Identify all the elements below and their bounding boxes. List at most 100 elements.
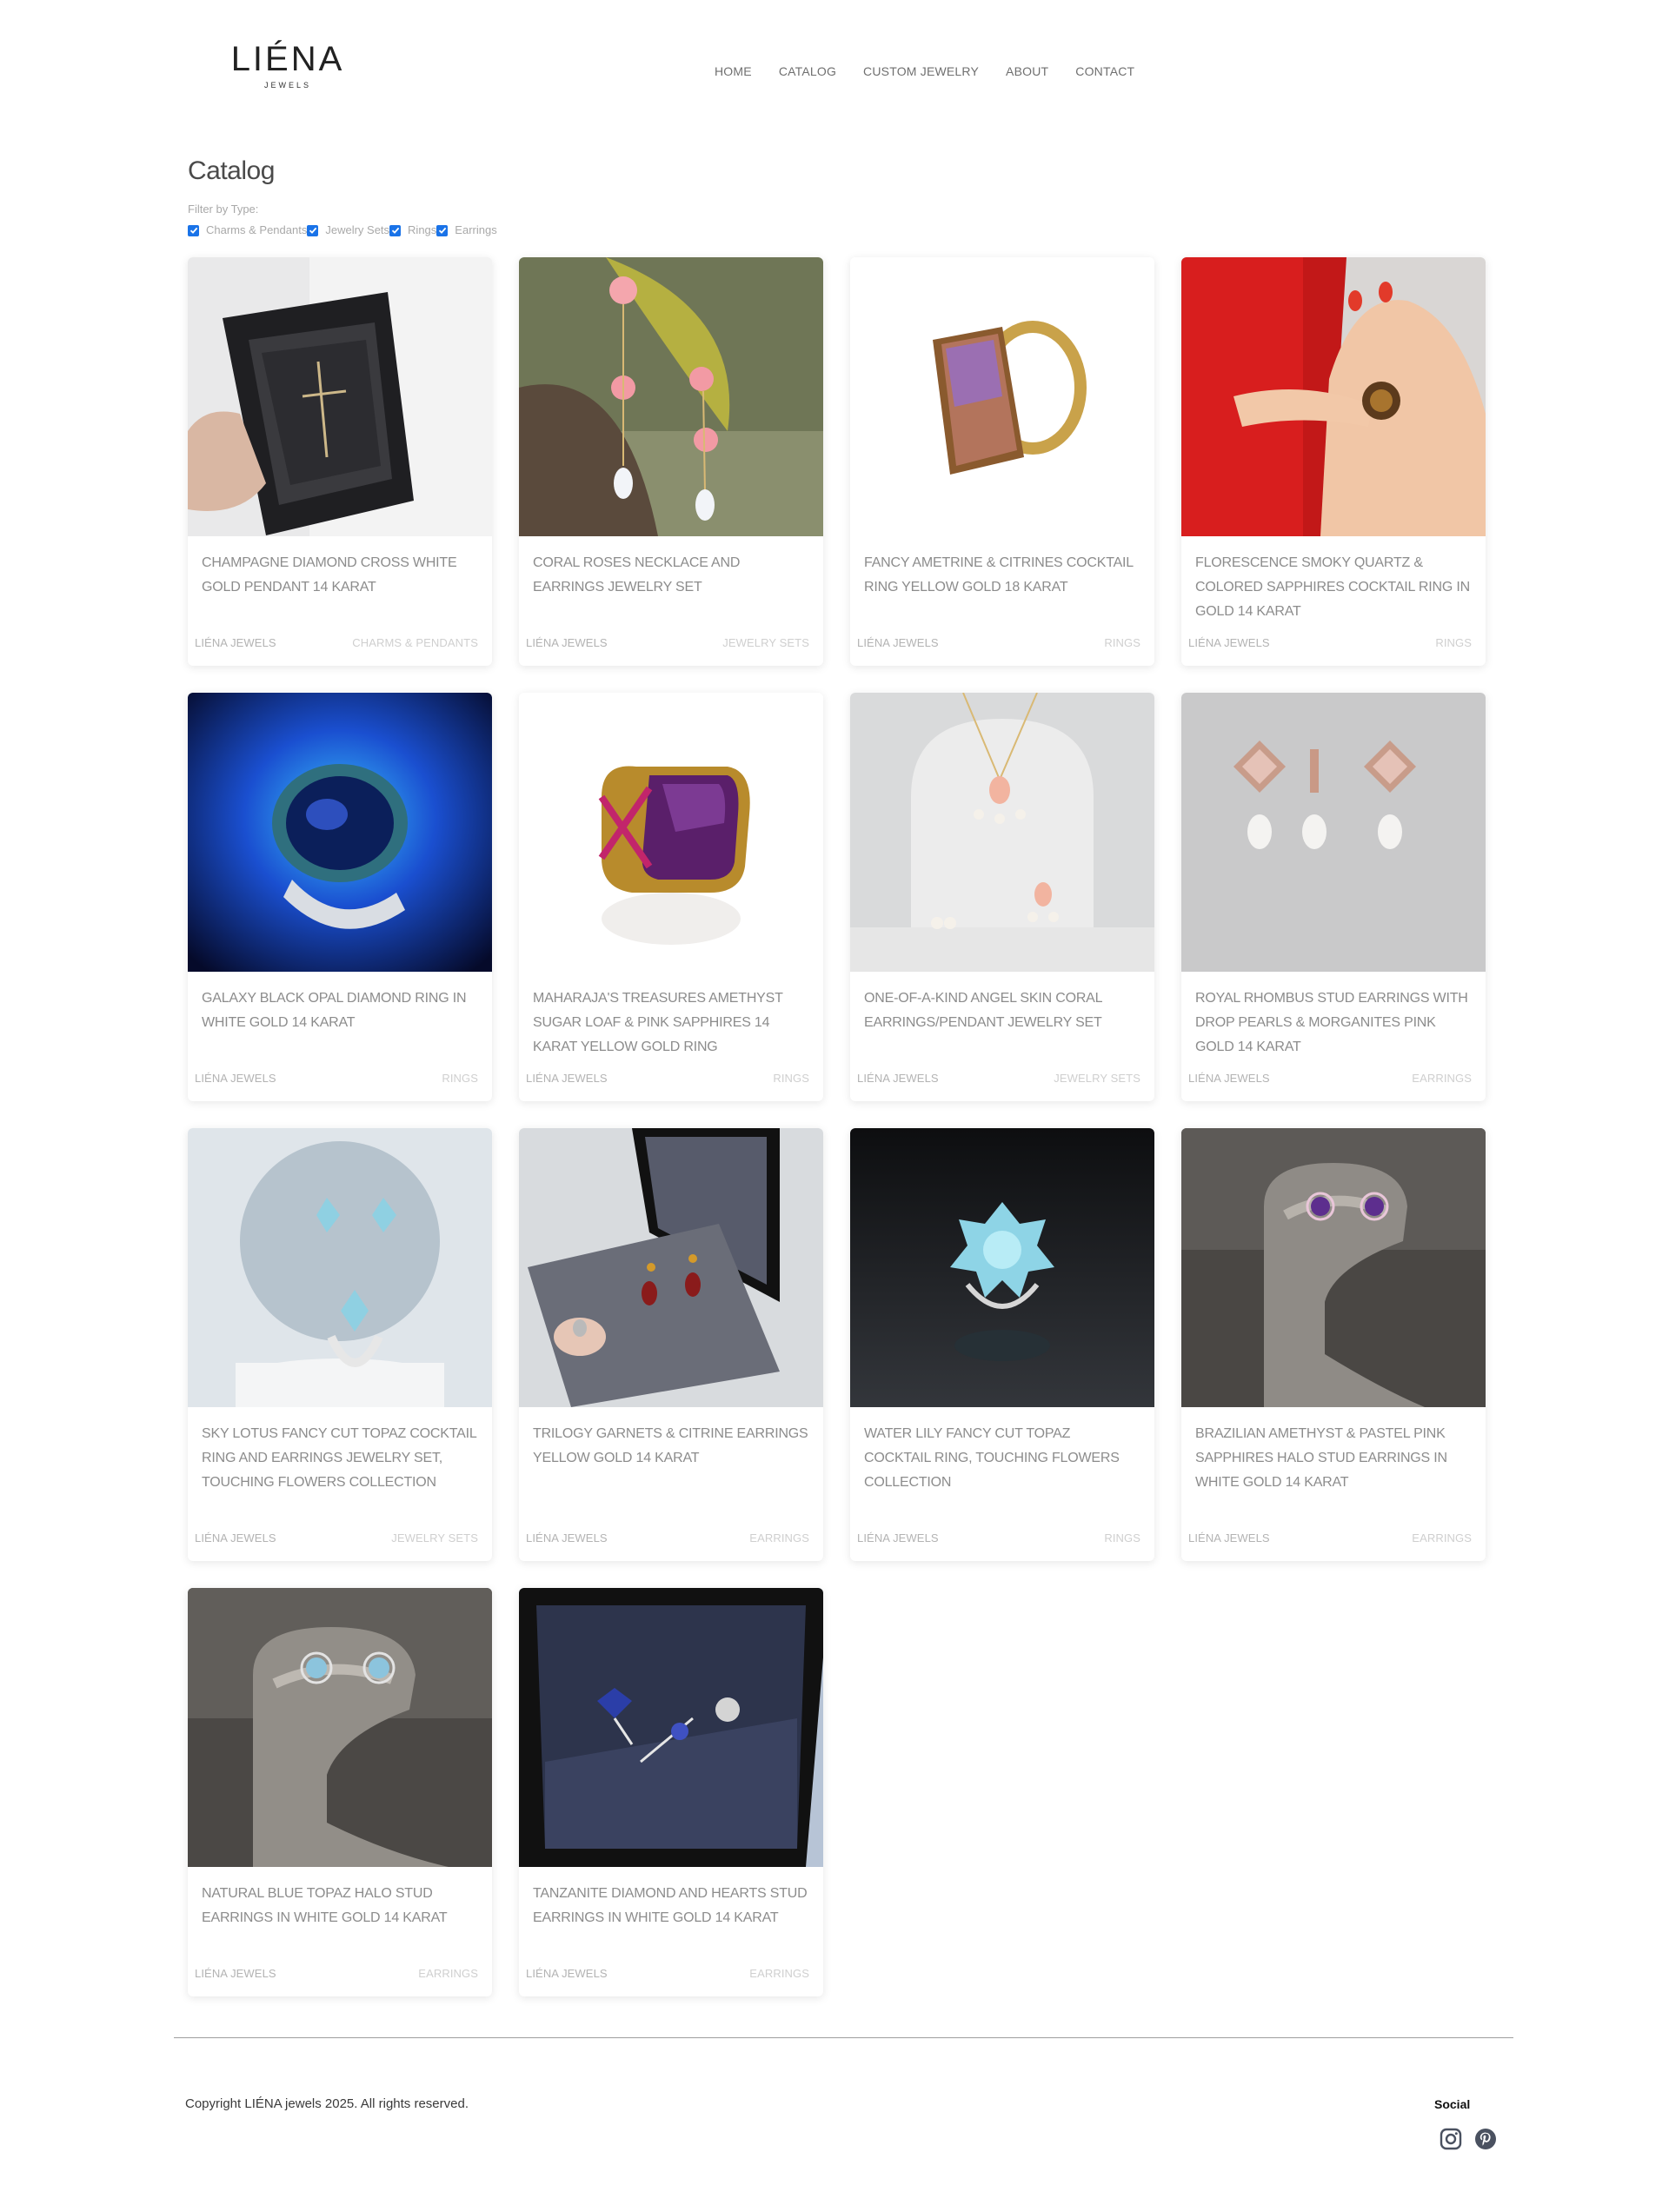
product-card[interactable]: FANCY AMETRINE & CITRINES COCKTAIL RING … — [850, 257, 1154, 666]
filter-label-jewelry-sets: Jewelry Sets — [325, 223, 390, 236]
main-nav: HOME CATALOG CUSTOM JEWELRY ABOUT CONTAC… — [715, 63, 1134, 79]
footer-divider — [174, 2037, 1513, 2038]
product-meta: LIÉNA JEWELS EARRINGS — [519, 1531, 823, 1561]
product-image[interactable] — [188, 1128, 492, 1407]
product-title[interactable]: BRAZILIAN AMETHYST & PASTEL PINK SAPPHIR… — [1181, 1407, 1486, 1531]
product-title[interactable]: FLORESCENCE SMOKY QUARTZ & COLORED SAPPH… — [1181, 536, 1486, 636]
social-heading: Social — [1434, 2097, 1471, 2111]
product-meta: LIÉNA JEWELS EARRINGS — [188, 1967, 492, 1996]
nav-home[interactable]: HOME — [715, 63, 752, 79]
product-brand: LIÉNA JEWELS — [526, 1531, 608, 1544]
product-image[interactable] — [850, 693, 1154, 972]
product-meta: LIÉNA JEWELS JEWELRY SETS — [188, 1531, 492, 1561]
product-brand: LIÉNA JEWELS — [526, 1967, 608, 1980]
product-category: RINGS — [1435, 636, 1472, 649]
product-title[interactable]: WATER LILY FANCY CUT TOPAZ COCKTAIL RING… — [850, 1407, 1154, 1531]
product-grid: CHAMPAGNE DIAMOND CROSS WHITE GOLD PENDA… — [188, 257, 1486, 1996]
brand-logo[interactable]: LIÉNA JEWELS — [223, 40, 353, 94]
filter-label: Filter by Type: — [188, 203, 259, 216]
product-meta: LIÉNA JEWELS CHARMS & PENDANTS — [188, 636, 492, 666]
pinterest-icon[interactable] — [1474, 2128, 1497, 2150]
product-card[interactable]: BRAZILIAN AMETHYST & PASTEL PINK SAPPHIR… — [1181, 1128, 1486, 1561]
product-brand: LIÉNA JEWELS — [195, 1531, 276, 1544]
product-meta: LIÉNA JEWELS EARRINGS — [1181, 1531, 1486, 1561]
nav-about[interactable]: ABOUT — [1006, 63, 1048, 79]
product-category: RINGS — [773, 1072, 809, 1085]
product-category: RINGS — [1104, 1531, 1140, 1544]
product-meta: LIÉNA JEWELS RINGS — [850, 1531, 1154, 1561]
product-category: RINGS — [1104, 636, 1140, 649]
product-meta: LIÉNA JEWELS JEWELRY SETS — [519, 636, 823, 666]
product-meta: LIÉNA JEWELS RINGS — [188, 1072, 492, 1101]
product-image[interactable] — [188, 257, 492, 536]
product-image[interactable] — [850, 257, 1154, 536]
product-card[interactable]: ROYAL RHOMBUS STUD EARRINGS WITH DROP PE… — [1181, 693, 1486, 1101]
product-title[interactable]: GALAXY BLACK OPAL DIAMOND RING IN WHITE … — [188, 972, 492, 1072]
product-meta: LIÉNA JEWELS JEWELRY SETS — [850, 1072, 1154, 1101]
product-image[interactable] — [519, 693, 823, 972]
product-title[interactable]: ONE-OF-A-KIND ANGEL SKIN CORAL EARRINGS/… — [850, 972, 1154, 1072]
product-card[interactable]: TANZANITE DIAMOND AND HEARTS STUD EARRIN… — [519, 1588, 823, 1996]
product-card[interactable]: TRILOGY GARNETS & CITRINE EARRINGS YELLO… — [519, 1128, 823, 1561]
product-card[interactable]: WATER LILY FANCY CUT TOPAZ COCKTAIL RING… — [850, 1128, 1154, 1561]
logo-tagline: JEWELS — [263, 81, 311, 90]
product-meta: LIÉNA JEWELS EARRINGS — [1181, 1072, 1486, 1101]
filter-charms-pendants[interactable]: Charms & Pendants — [188, 223, 307, 237]
copyright-text: Copyright LIÉNA jewels 2025. All rights … — [185, 2096, 469, 2111]
product-brand: LIÉNA JEWELS — [195, 636, 276, 649]
product-title[interactable]: MAHARAJA'S TREASURES AMETHYST SUGAR LOAF… — [519, 972, 823, 1072]
product-image[interactable] — [850, 1128, 1154, 1407]
product-category: EARRINGS — [418, 1967, 478, 1980]
product-image[interactable] — [188, 1588, 492, 1867]
product-image[interactable] — [519, 1588, 823, 1867]
product-title[interactable]: SKY LOTUS FANCY CUT TOPAZ COCKTAIL RING … — [188, 1407, 492, 1531]
product-title[interactable]: ROYAL RHOMBUS STUD EARRINGS WITH DROP PE… — [1181, 972, 1486, 1072]
product-image[interactable] — [1181, 693, 1486, 972]
product-card[interactable]: NATURAL BLUE TOPAZ HALO STUD EARRINGS IN… — [188, 1588, 492, 1996]
product-image[interactable] — [519, 1128, 823, 1407]
product-meta: LIÉNA JEWELS RINGS — [850, 636, 1154, 666]
product-card[interactable]: ONE-OF-A-KIND ANGEL SKIN CORAL EARRINGS/… — [850, 693, 1154, 1101]
product-brand: LIÉNA JEWELS — [526, 636, 608, 649]
product-card[interactable]: GALAXY BLACK OPAL DIAMOND RING IN WHITE … — [188, 693, 492, 1101]
filter-jewelry-sets[interactable]: Jewelry Sets — [307, 223, 389, 237]
product-category: JEWELRY SETS — [1054, 1072, 1140, 1085]
product-image[interactable] — [188, 693, 492, 972]
product-title[interactable]: FANCY AMETRINE & CITRINES COCKTAIL RING … — [850, 536, 1154, 636]
product-card[interactable]: MAHARAJA'S TREASURES AMETHYST SUGAR LOAF… — [519, 693, 823, 1101]
filter-rings[interactable]: Rings — [389, 223, 436, 237]
nav-catalog[interactable]: CATALOG — [779, 63, 836, 79]
instagram-icon[interactable] — [1440, 2128, 1462, 2150]
checkbox-checked-icon[interactable] — [307, 224, 319, 236]
type-filters: Charms & Pendants Jewelry Sets Rings Ear… — [188, 223, 497, 237]
product-image[interactable] — [519, 257, 823, 536]
product-title[interactable]: CORAL ROSES NECKLACE AND EARRINGS JEWELR… — [519, 536, 823, 636]
product-category: CHARMS & PENDANTS — [352, 636, 478, 649]
filter-label-rings: Rings — [408, 223, 437, 236]
product-meta: LIÉNA JEWELS RINGS — [519, 1072, 823, 1101]
product-brand: LIÉNA JEWELS — [526, 1072, 608, 1085]
product-category: EARRINGS — [749, 1967, 809, 1980]
product-image[interactable] — [1181, 257, 1486, 536]
product-title[interactable]: NATURAL BLUE TOPAZ HALO STUD EARRINGS IN… — [188, 1867, 492, 1967]
product-brand: LIÉNA JEWELS — [857, 1072, 939, 1085]
checkbox-checked-icon[interactable] — [389, 224, 402, 236]
product-title[interactable]: CHAMPAGNE DIAMOND CROSS WHITE GOLD PENDA… — [188, 536, 492, 636]
product-card[interactable]: CORAL ROSES NECKLACE AND EARRINGS JEWELR… — [519, 257, 823, 666]
nav-contact[interactable]: CONTACT — [1075, 63, 1134, 79]
product-category: RINGS — [442, 1072, 478, 1085]
filter-earrings[interactable]: Earrings — [436, 223, 497, 237]
product-brand: LIÉNA JEWELS — [1188, 1531, 1270, 1544]
checkbox-checked-icon[interactable] — [188, 224, 199, 236]
product-card[interactable]: SKY LOTUS FANCY CUT TOPAZ COCKTAIL RING … — [188, 1128, 492, 1561]
product-card[interactable]: FLORESCENCE SMOKY QUARTZ & COLORED SAPPH… — [1181, 257, 1486, 666]
product-card[interactable]: CHAMPAGNE DIAMOND CROSS WHITE GOLD PENDA… — [188, 257, 492, 666]
product-category: JEWELRY SETS — [722, 636, 809, 649]
site-header: LIÉNA JEWELS HOME CATALOG CUSTOM JEWELRY… — [0, 0, 1669, 130]
product-title[interactable]: TRILOGY GARNETS & CITRINE EARRINGS YELLO… — [519, 1407, 823, 1531]
product-image[interactable] — [1181, 1128, 1486, 1407]
product-title[interactable]: TANZANITE DIAMOND AND HEARTS STUD EARRIN… — [519, 1867, 823, 1967]
product-brand: LIÉNA JEWELS — [1188, 1072, 1270, 1085]
checkbox-checked-icon[interactable] — [436, 224, 449, 236]
nav-custom-jewelry[interactable]: CUSTOM JEWELRY — [863, 63, 979, 79]
